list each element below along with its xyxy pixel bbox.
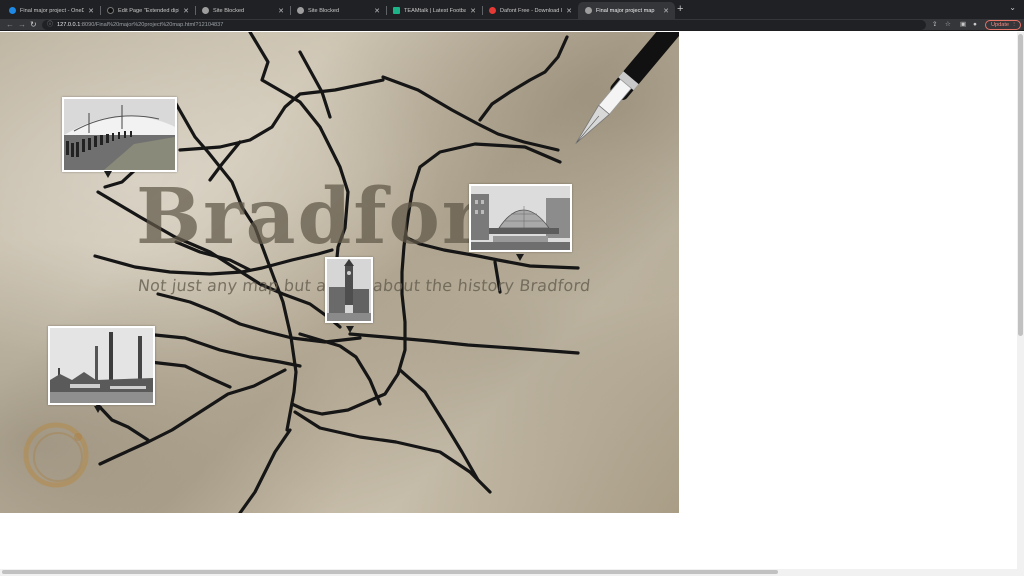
tab-site-blocked-1[interactable]: Site Blocked ✕ — [195, 2, 290, 19]
close-icon[interactable]: ✕ — [278, 7, 284, 15]
bookmark-star-icon[interactable]: ☆ — [945, 19, 951, 30]
tab-dafont[interactable]: Dafont Free - Download Fonts ✕ — [482, 2, 578, 19]
globe-icon — [297, 7, 304, 14]
clock-tower-photo-image — [327, 259, 371, 321]
tab-title: Site Blocked — [213, 7, 245, 14]
page-viewport: Bradford Not just any map but a map abou… — [0, 32, 1024, 576]
scrollbar-thumb[interactable] — [1018, 34, 1023, 336]
tab-onedrive[interactable]: Final major project - OneDrive ✕ — [2, 2, 100, 19]
location-pin-icon — [346, 326, 354, 333]
history-map: Bradford Not just any map but a map abou… — [0, 32, 679, 513]
dafont-icon — [489, 7, 496, 14]
profile-icon[interactable]: ● — [973, 19, 977, 30]
globe-icon — [585, 7, 592, 14]
address-path: :8090/Final%20major%20project%20map.html… — [80, 22, 224, 28]
browser-tab-bar: Final major project - OneDrive ✕ Edit Pa… — [0, 0, 1024, 19]
tab-edit-page[interactable]: Edit Page "Extended diploma" ✕ — [100, 2, 195, 19]
coffee-stain-icon — [23, 422, 89, 488]
menu-dots-icon: ⋮ — [1011, 22, 1017, 28]
tab-title: TEAMtalk | Latest Football Ne — [404, 7, 467, 14]
address-host: 127.0.0.1 — [57, 22, 81, 28]
address-bar[interactable]: ⓘ 127.0.0.1:8090/Final%20major%20project… — [42, 20, 926, 30]
browser-toolbar: ← → ↻ ⓘ 127.0.0.1:8090/Final%20major%20p… — [0, 19, 1024, 31]
scrollbar-thumb[interactable] — [2, 570, 778, 574]
location-pin-icon — [94, 406, 102, 413]
crowd-tent-photo-image — [64, 99, 175, 170]
forward-icon[interactable]: → — [18, 19, 26, 30]
new-tab-button[interactable]: + — [677, 3, 683, 16]
glass-dome-photo-image — [471, 186, 570, 250]
info-icon[interactable]: ⓘ — [47, 20, 53, 30]
photo-crowd-tent[interactable] — [62, 97, 177, 172]
address-url[interactable]: 127.0.0.1:8090/Final%20major%20project%2… — [57, 20, 223, 30]
tab-title: Dafont Free - Download Fonts — [500, 7, 562, 14]
chevron-down-icon[interactable]: ⌄ — [1009, 3, 1016, 12]
close-icon[interactable]: ✕ — [374, 7, 380, 15]
tab-title: Final major project - OneDrive — [20, 7, 85, 14]
tab-title: Site Blocked — [308, 7, 340, 14]
horizontal-scrollbar[interactable] — [0, 569, 1017, 576]
side-panel-icon[interactable]: ▣ — [960, 19, 966, 30]
reload-icon[interactable]: ↻ — [30, 19, 37, 30]
tab-final-major-project-map[interactable]: Final major project map ✕ — [578, 2, 675, 19]
photo-clock-tower[interactable] — [325, 257, 373, 323]
close-icon[interactable]: ✕ — [470, 7, 476, 15]
site-icon — [107, 7, 114, 14]
photo-mill-chimneys[interactable] — [48, 326, 155, 405]
tab-title: Final major project map — [596, 7, 655, 14]
share-icon[interactable]: ⇪ — [932, 19, 937, 30]
tab-teamtalk[interactable]: TEAMtalk | Latest Football Ne ✕ — [386, 2, 482, 19]
close-icon[interactable]: ✕ — [566, 7, 572, 15]
close-icon[interactable]: ✕ — [183, 7, 189, 15]
vertical-scrollbar[interactable] — [1017, 32, 1024, 576]
photo-glass-dome[interactable] — [469, 184, 572, 252]
onedrive-icon — [9, 7, 16, 14]
teamtalk-icon — [393, 7, 400, 14]
tab-title: Edit Page "Extended diploma" — [118, 7, 180, 14]
close-icon[interactable]: ✕ — [88, 7, 94, 15]
update-label: Update — [991, 22, 1010, 28]
location-pin-icon — [516, 254, 524, 261]
globe-icon — [202, 7, 209, 14]
location-pin-icon — [104, 171, 112, 178]
update-button[interactable]: Update ⋮ — [985, 20, 1021, 30]
mill-chimneys-photo-image — [50, 328, 153, 403]
close-icon[interactable]: ✕ — [663, 7, 669, 15]
back-icon[interactable]: ← — [6, 19, 14, 30]
fountain-pen-icon — [575, 32, 679, 144]
tab-site-blocked-2[interactable]: Site Blocked ✕ — [290, 2, 386, 19]
